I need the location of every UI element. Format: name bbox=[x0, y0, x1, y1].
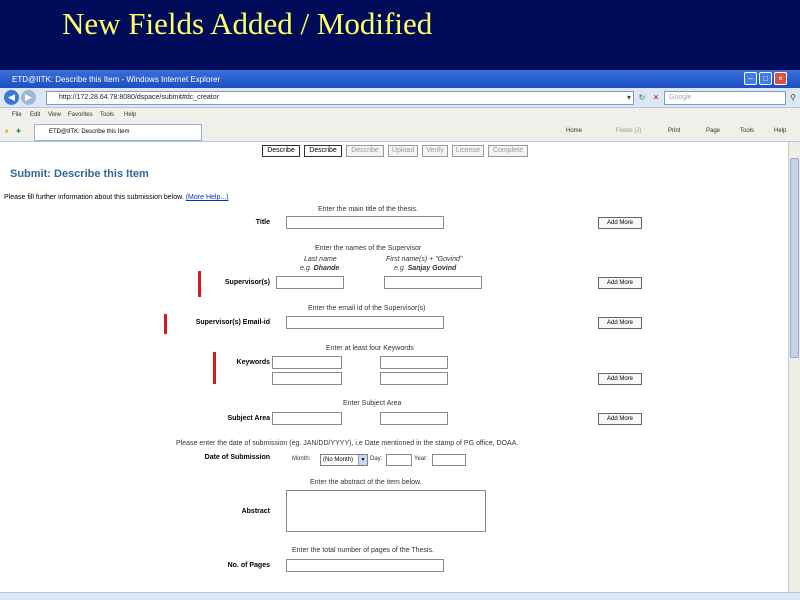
keyword-input-4[interactable] bbox=[380, 372, 448, 385]
modified-marker-keywords bbox=[213, 352, 216, 384]
toolbar-home[interactable]: Home bbox=[566, 128, 582, 134]
vertical-scrollbar[interactable] bbox=[788, 142, 800, 592]
step-describe-1[interactable]: Describe bbox=[262, 145, 300, 157]
scrollbar-thumb[interactable] bbox=[790, 158, 799, 358]
month-label: Month: bbox=[292, 456, 311, 462]
stop-icon[interactable]: ✕ bbox=[650, 91, 662, 105]
keywords-hint: Enter at least four Keywords bbox=[326, 345, 414, 352]
menu-favorites[interactable]: Favorites bbox=[68, 112, 93, 118]
supervisor-first-example-prefix: e.g. bbox=[394, 265, 406, 272]
supervisor-email-input[interactable] bbox=[286, 316, 444, 329]
minimize-icon[interactable]: – bbox=[744, 72, 757, 85]
title-hint: Enter the main title of the thesis. bbox=[318, 206, 418, 213]
menu-file[interactable]: File bbox=[12, 112, 22, 118]
tab-bar: ★ ✚ ETD@IITK: Describe this Item Home Fe… bbox=[0, 122, 800, 142]
toolbar-feeds[interactable]: Feeds (J) bbox=[616, 128, 641, 134]
forward-icon[interactable]: ▶ bbox=[21, 90, 36, 105]
subject-area-label: Subject Area bbox=[227, 415, 270, 422]
page-heading: Submit: Describe this Item bbox=[10, 168, 149, 180]
status-bar bbox=[0, 592, 800, 600]
pages-input[interactable] bbox=[286, 559, 444, 572]
menu-edit[interactable]: Edit bbox=[30, 112, 40, 118]
supervisor-email-label: Supervisor(s) Email-id bbox=[195, 319, 270, 326]
day-input[interactable] bbox=[386, 454, 412, 466]
menu-view[interactable]: View bbox=[48, 112, 61, 118]
url-input[interactable]: http://172.28.64.78:8080/dspace/submit#d… bbox=[46, 91, 634, 105]
keyword-input-3[interactable] bbox=[272, 372, 342, 385]
step-verify[interactable]: Verify bbox=[422, 145, 448, 157]
toolbar-tools[interactable]: Tools bbox=[740, 128, 754, 134]
title-input[interactable] bbox=[286, 216, 444, 229]
tab-describe-item[interactable]: ETD@IITK: Describe this Item bbox=[34, 124, 202, 141]
subject-area-hint: Enter Subject Area bbox=[343, 400, 402, 407]
supervisor-last-example-value: Dhande bbox=[313, 265, 340, 272]
step-describe-3[interactable]: Describe bbox=[346, 145, 384, 157]
keywords-label: Keywords bbox=[236, 359, 270, 366]
modified-marker-email bbox=[164, 314, 167, 334]
supervisor-last-name-label: Last name bbox=[304, 256, 337, 263]
supervisor-email-add-more-button[interactable]: Add More bbox=[598, 317, 642, 329]
toolbar-print[interactable]: Print bbox=[668, 128, 680, 134]
supervisor-last-example: e.g. Dhande bbox=[300, 265, 339, 272]
menu-help[interactable]: Help bbox=[124, 112, 136, 118]
supervisor-first-name-label: First name(s) + "Govind" bbox=[386, 256, 463, 263]
step-describe-2[interactable]: Describe bbox=[304, 145, 342, 157]
supervisor-label: Supervisor(s) bbox=[224, 279, 270, 286]
window-titlebar: ETD@IITK: Describe this Item - Windows I… bbox=[0, 70, 800, 88]
supervisor-first-example: e.g. Sanjay Govind bbox=[394, 265, 456, 272]
step-complete[interactable]: Complete bbox=[488, 145, 528, 157]
day-label: Day: bbox=[370, 456, 383, 462]
subject-area-input-1[interactable] bbox=[272, 412, 342, 425]
intro-text: Please fill further information about th… bbox=[4, 194, 229, 201]
dropdown-icon[interactable]: ▾ bbox=[624, 91, 634, 105]
date-hint: Please enter the date of submission (eg.… bbox=[176, 440, 519, 447]
search-icon[interactable]: ⚲ bbox=[788, 91, 798, 105]
menu-bar: File Edit View Favorites Tools Help bbox=[0, 108, 800, 122]
supervisor-first-example-value: Sanjay Govind bbox=[407, 265, 457, 272]
browser-window: ETD@IITK: Describe this Item - Windows I… bbox=[0, 70, 800, 600]
back-icon[interactable]: ◀ bbox=[4, 90, 19, 105]
keywords-add-more-button[interactable]: Add More bbox=[598, 373, 642, 385]
window-title: ETD@IITK: Describe this Item - Windows I… bbox=[12, 75, 221, 84]
toolbar-help[interactable]: Help bbox=[774, 128, 786, 134]
refresh-icon[interactable]: ↻ bbox=[636, 91, 648, 105]
keyword-input-2[interactable] bbox=[380, 356, 448, 369]
page-content: Describe Describe Describe Upload Verify… bbox=[0, 142, 788, 592]
year-input[interactable] bbox=[432, 454, 466, 466]
pages-label: No. of Pages bbox=[227, 562, 270, 569]
keyword-input-1[interactable] bbox=[272, 356, 342, 369]
title-label: Title bbox=[255, 219, 270, 226]
supervisor-last-example-prefix: e.g. bbox=[300, 265, 312, 272]
abstract-hint: Enter the abstract of the item below. bbox=[310, 479, 422, 486]
pages-hint: Enter the total number of pages of the T… bbox=[292, 547, 434, 554]
subject-area-add-more-button[interactable]: Add More bbox=[598, 413, 642, 425]
maximize-icon[interactable]: □ bbox=[759, 72, 772, 85]
supervisor-first-name-input[interactable] bbox=[384, 276, 482, 289]
supervisor-last-name-input[interactable] bbox=[276, 276, 344, 289]
slide-title: New Fields Added / Modified bbox=[62, 6, 433, 41]
intro-label: Please fill further information about th… bbox=[4, 194, 184, 201]
year-label: Year: bbox=[414, 456, 428, 462]
close-icon[interactable]: × bbox=[774, 72, 787, 85]
step-license[interactable]: License bbox=[452, 145, 484, 157]
menu-tools[interactable]: Tools bbox=[100, 112, 114, 118]
supervisor-add-more-button[interactable]: Add More bbox=[598, 277, 642, 289]
more-help-link[interactable]: (More Help...) bbox=[186, 194, 229, 201]
subject-area-input-2[interactable] bbox=[380, 412, 448, 425]
supervisor-email-hint: Enter the email id of the Supervisor(s) bbox=[308, 305, 426, 312]
address-bar: ◀ ▶ http://172.28.64.78:8080/dspace/subm… bbox=[0, 88, 800, 108]
favorites-star-icon[interactable]: ★ bbox=[4, 128, 9, 135]
title-add-more-button[interactable]: Add More bbox=[598, 217, 642, 229]
chevron-down-icon: ▼ bbox=[358, 455, 367, 465]
step-upload[interactable]: Upload bbox=[388, 145, 418, 157]
add-favorite-icon[interactable]: ✚ bbox=[16, 128, 21, 135]
supervisor-hint: Enter the names of the Supervisor bbox=[315, 245, 422, 252]
abstract-label: Abstract bbox=[241, 508, 270, 515]
abstract-textarea[interactable] bbox=[286, 490, 486, 532]
month-select[interactable]: (No Month) ▼ bbox=[320, 454, 368, 466]
date-label: Date of Submission bbox=[204, 454, 270, 461]
toolbar-page[interactable]: Page bbox=[706, 128, 720, 134]
search-input[interactable]: Google bbox=[664, 91, 786, 105]
month-select-value: (No Month) bbox=[323, 457, 354, 463]
